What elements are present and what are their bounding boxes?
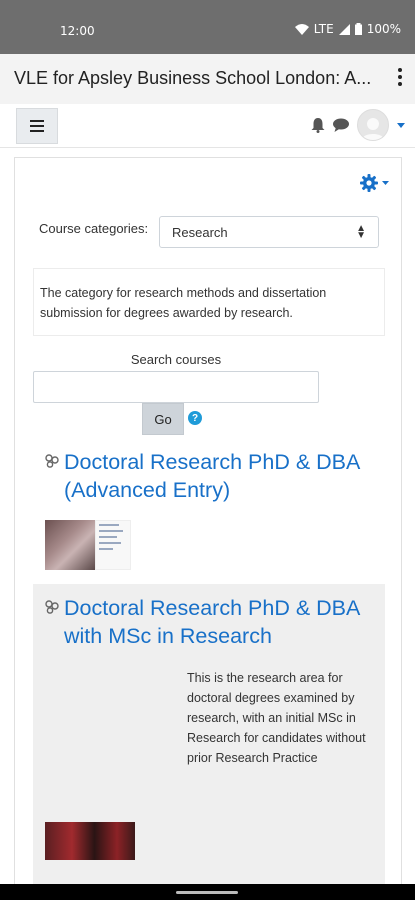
app-bar: VLE for Apsley Business School London: A… <box>0 54 415 104</box>
course-categories-label: Course categories: <box>39 221 149 236</box>
course-icon <box>45 454 59 468</box>
status-time: 12:00 <box>60 24 95 38</box>
category-description: The category for research methods and di… <box>33 268 385 336</box>
more-options-icon[interactable] <box>395 66 405 90</box>
signal-icon <box>338 23 350 35</box>
bell-icon[interactable] <box>311 117 325 133</box>
course-categories-select[interactable]: Research ▲ ▼ <box>159 216 379 248</box>
course-image[interactable] <box>45 520 131 570</box>
caret-down-icon <box>382 181 389 185</box>
course-link[interactable]: Doctoral Research PhD & DBA (Advanced En… <box>45 448 385 504</box>
site-navbar <box>0 104 415 148</box>
user-silhouette-icon <box>362 118 384 140</box>
search-courses-label: Search courses <box>130 352 222 367</box>
chat-icon[interactable] <box>333 118 349 132</box>
course-item: Doctoral Research PhD & DBA with MSc in … <box>33 584 385 896</box>
search-courses-input[interactable] <box>33 371 319 403</box>
user-nav <box>311 109 405 141</box>
go-button[interactable]: Go <box>142 403 184 435</box>
status-bar: 12:00 LTE 100% <box>0 0 415 54</box>
menu-toggle-button[interactable] <box>16 108 58 144</box>
course-summary: This is the research area for doctoral d… <box>187 671 366 765</box>
gesture-bar <box>0 884 415 900</box>
wifi-icon <box>294 23 309 35</box>
status-icons: LTE 100% <box>294 22 401 36</box>
settings-menu-button[interactable] <box>360 174 389 192</box>
course-icon <box>45 600 59 614</box>
caret-down-icon[interactable] <box>397 122 405 128</box>
course-item: Doctoral Research PhD & DBA (Advanced En… <box>45 448 385 570</box>
selected-category: Research <box>172 225 228 240</box>
app-title: VLE for Apsley Business School London: A… <box>14 68 372 88</box>
hamburger-icon <box>30 120 44 132</box>
select-arrows-icon: ▲ ▼ <box>356 223 366 241</box>
gear-icon <box>360 174 378 192</box>
battery-level: 100% <box>366 22 401 36</box>
battery-icon <box>354 23 362 35</box>
avatar[interactable] <box>357 109 389 141</box>
course-image[interactable] <box>45 822 135 860</box>
course-title: Doctoral Research PhD & DBA (Advanced En… <box>64 450 360 502</box>
main-content: Course categories: Research ▲ ▼ The categ… <box>14 157 402 897</box>
help-icon[interactable]: ? <box>188 411 202 425</box>
course-link[interactable]: Doctoral Research PhD & DBA with MSc in … <box>45 594 377 650</box>
network-label: LTE <box>313 22 334 36</box>
course-title: Doctoral Research PhD & DBA with MSc in … <box>64 596 360 648</box>
home-handle[interactable] <box>176 891 238 894</box>
